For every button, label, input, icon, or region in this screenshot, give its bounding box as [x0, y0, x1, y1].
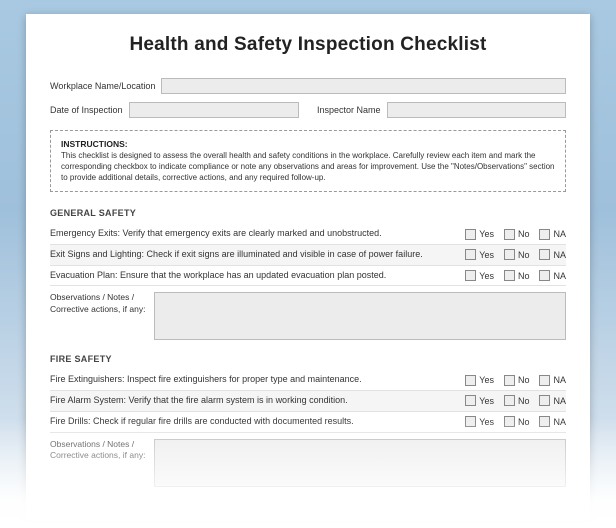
section-title: FIRE SAFETY	[50, 354, 566, 364]
notes-label: Observations / Notes / Corrective action…	[50, 439, 146, 487]
checkbox-yes[interactable]	[465, 416, 476, 427]
notes-row: Observations / Notes / Corrective action…	[50, 439, 566, 487]
checkbox-no[interactable]	[504, 375, 515, 386]
checkbox-no[interactable]	[504, 229, 515, 240]
option-no: No	[504, 249, 530, 260]
checkbox-yes[interactable]	[465, 270, 476, 281]
checkbox-na[interactable]	[539, 375, 550, 386]
workplace-label: Workplace Name/Location	[50, 81, 155, 91]
instructions-heading: INSTRUCTIONS:	[61, 139, 555, 149]
notes-label: Observations / Notes / Corrective action…	[50, 292, 146, 340]
option-na: NA	[539, 270, 566, 281]
checkbox-yes[interactable]	[465, 375, 476, 386]
option-na: NA	[539, 249, 566, 260]
item-options: Yes No NA	[465, 249, 566, 260]
checklist-item: Fire Extinguishers: Inspect fire extingu…	[50, 370, 566, 391]
option-na: NA	[539, 229, 566, 240]
workplace-field-row: Workplace Name/Location	[50, 78, 566, 94]
item-text: Evacuation Plan: Ensure that the workpla…	[50, 270, 465, 282]
item-text: Fire Drills: Check if regular fire drill…	[50, 416, 465, 428]
item-options: Yes No NA	[465, 416, 566, 427]
option-na: NA	[539, 416, 566, 427]
inspector-input[interactable]	[387, 102, 566, 118]
checkbox-no[interactable]	[504, 395, 515, 406]
checkbox-yes[interactable]	[465, 395, 476, 406]
option-yes: Yes	[465, 249, 494, 260]
checkbox-na[interactable]	[539, 249, 550, 260]
item-text: Exit Signs and Lighting: Check if exit s…	[50, 249, 465, 261]
option-no: No	[504, 416, 530, 427]
option-na: NA	[539, 395, 566, 406]
checklist-item: Emergency Exits: Verify that emergency e…	[50, 224, 566, 245]
item-options: Yes No NA	[465, 270, 566, 281]
date-field-row: Date of Inspection	[50, 102, 299, 118]
item-text: Fire Alarm System: Verify that the fire …	[50, 395, 465, 407]
checkbox-no[interactable]	[504, 270, 515, 281]
notes-textarea[interactable]	[154, 292, 566, 340]
option-no: No	[504, 375, 530, 386]
checkbox-na[interactable]	[539, 229, 550, 240]
inspector-label: Inspector Name	[317, 105, 381, 115]
option-no: No	[504, 270, 530, 281]
document-page: Health and Safety Inspection Checklist W…	[26, 14, 590, 521]
option-no: No	[504, 395, 530, 406]
option-na: NA	[539, 375, 566, 386]
item-text: Emergency Exits: Verify that emergency e…	[50, 228, 465, 240]
checkbox-yes[interactable]	[465, 229, 476, 240]
option-yes: Yes	[465, 416, 494, 427]
option-yes: Yes	[465, 229, 494, 240]
item-options: Yes No NA	[465, 395, 566, 406]
inspector-field-row: Inspector Name	[317, 102, 566, 118]
section-fire-safety: FIRE SAFETY Fire Extinguishers: Inspect …	[50, 354, 566, 486]
checklist-item: Evacuation Plan: Ensure that the workpla…	[50, 266, 566, 287]
date-label: Date of Inspection	[50, 105, 123, 115]
checklist-item: Fire Drills: Check if regular fire drill…	[50, 412, 566, 433]
checkbox-no[interactable]	[504, 249, 515, 260]
option-yes: Yes	[465, 270, 494, 281]
checkbox-na[interactable]	[539, 395, 550, 406]
notes-textarea[interactable]	[154, 439, 566, 487]
notes-row: Observations / Notes / Corrective action…	[50, 292, 566, 340]
page-title: Health and Safety Inspection Checklist	[50, 34, 566, 56]
option-yes: Yes	[465, 375, 494, 386]
item-options: Yes No NA	[465, 375, 566, 386]
option-yes: Yes	[465, 395, 494, 406]
workplace-input[interactable]	[161, 78, 566, 94]
checkbox-na[interactable]	[539, 416, 550, 427]
section-title: GENERAL SAFETY	[50, 208, 566, 218]
checkbox-yes[interactable]	[465, 249, 476, 260]
instructions-body: This checklist is designed to assess the…	[61, 151, 555, 183]
checkbox-no[interactable]	[504, 416, 515, 427]
instructions-box: INSTRUCTIONS: This checklist is designed…	[50, 130, 566, 192]
item-options: Yes No NA	[465, 229, 566, 240]
date-input[interactable]	[129, 102, 299, 118]
item-text: Fire Extinguishers: Inspect fire extingu…	[50, 374, 465, 386]
section-general-safety: GENERAL SAFETY Emergency Exits: Verify t…	[50, 208, 566, 340]
checklist-item: Fire Alarm System: Verify that the fire …	[50, 391, 566, 412]
checkbox-na[interactable]	[539, 270, 550, 281]
checklist-item: Exit Signs and Lighting: Check if exit s…	[50, 245, 566, 266]
second-row: Date of Inspection Inspector Name	[50, 102, 566, 118]
option-no: No	[504, 229, 530, 240]
